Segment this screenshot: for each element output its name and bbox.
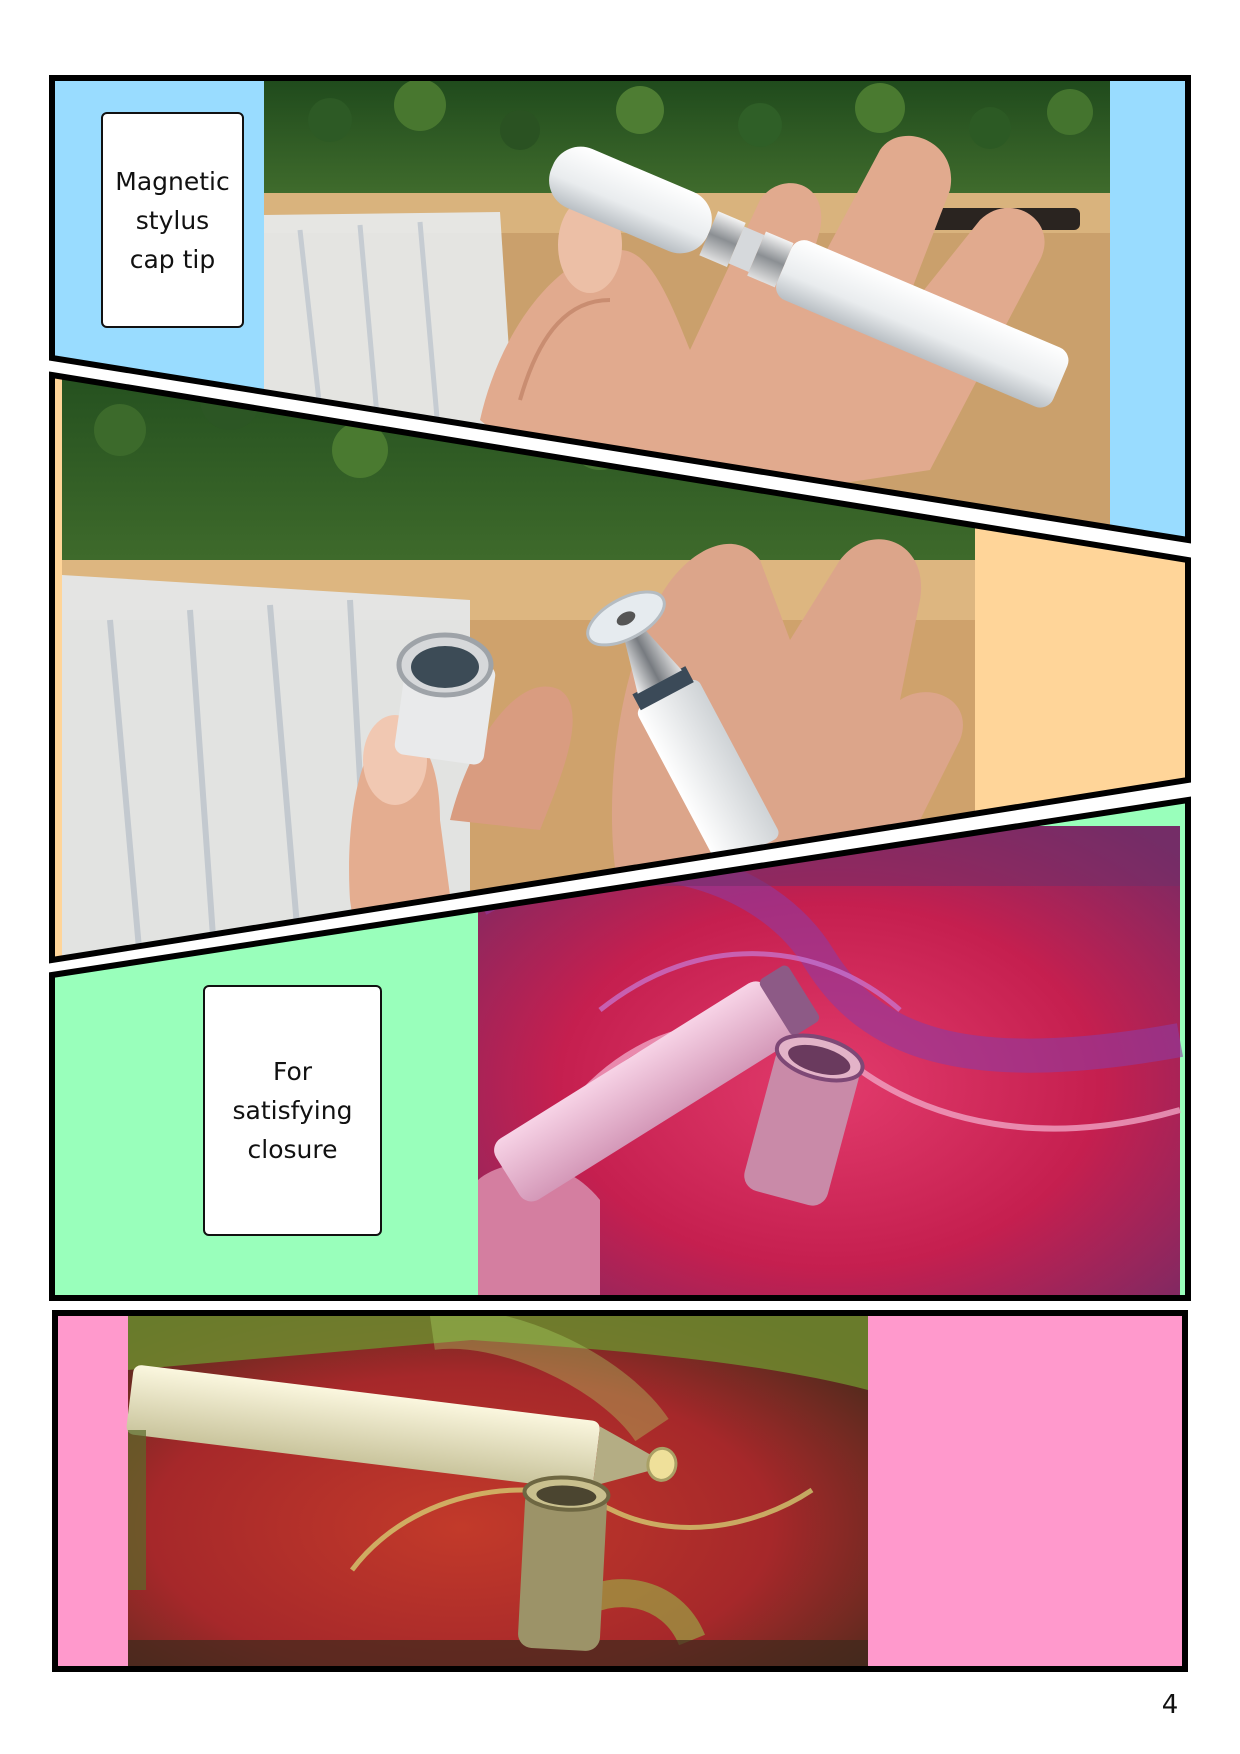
panel-4-photo [126, 1310, 868, 1672]
page-number: 4 [1161, 1690, 1179, 1720]
caption-box-3: For satisfying closure [203, 985, 382, 1236]
caption-box-1: Magnetic stylus cap tip [101, 112, 244, 328]
panel-4-artwork [52, 1310, 1188, 1672]
panel-3-photo [469, 826, 1184, 1298]
caption-text-3: For satisfying closure [232, 1057, 353, 1164]
comic-panel-4 [52, 1310, 1188, 1672]
caption-text-1: Magnetic stylus cap tip [115, 166, 230, 274]
